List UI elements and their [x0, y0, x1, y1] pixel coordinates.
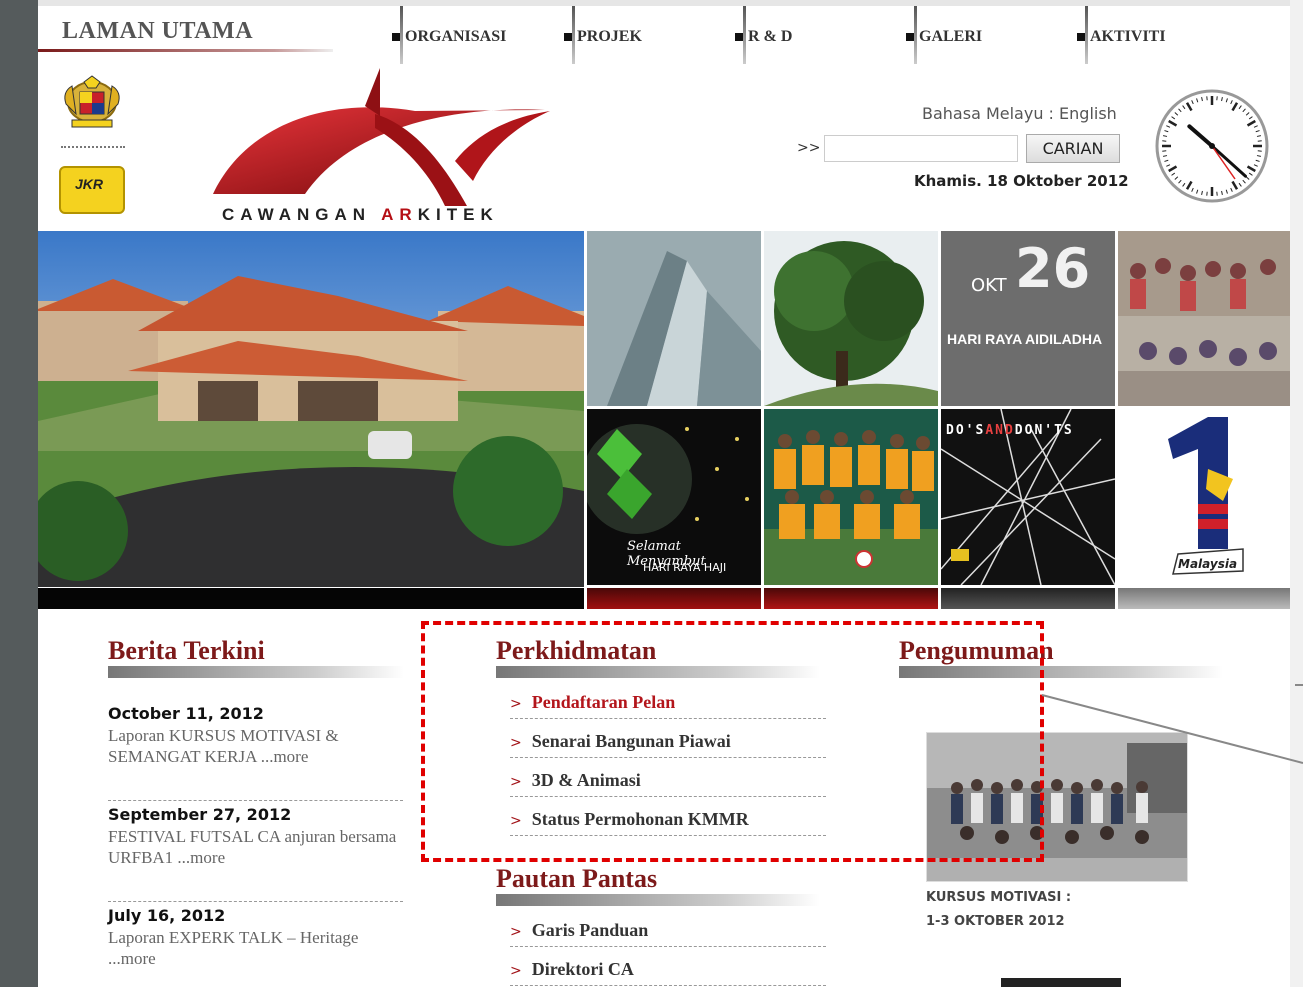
- dotted-divider: [61, 146, 125, 148]
- logo-text-part: KITEK: [417, 205, 499, 224]
- nav-label: PROJEK: [577, 28, 642, 45]
- tile-group-photo[interactable]: [1118, 231, 1290, 406]
- chevron-right-icon: >: [510, 924, 522, 940]
- tile-dos-donts[interactable]: DO'SANDDON'TS: [941, 409, 1115, 585]
- ticker-bar: [1001, 978, 1121, 987]
- bullet-icon: [564, 33, 572, 42]
- nav-label: GALERI: [919, 28, 983, 45]
- tile-group-photo-graphic: [1118, 231, 1290, 406]
- hero-building-illustration: [38, 231, 584, 587]
- news-date: October 11, 2012: [108, 704, 264, 723]
- bullet-icon: [392, 33, 400, 42]
- top-frame: [0, 0, 1303, 6]
- right-frame: [1290, 0, 1303, 987]
- jkr-logo-text: JKR: [75, 176, 104, 192]
- search-button[interactable]: CARIAN: [1026, 134, 1120, 163]
- tile-malaysia-label: Malaysia: [1178, 557, 1238, 571]
- tile-tree-graphic: [764, 231, 938, 406]
- tile-salam-title: HARI RAYA HAJI: [643, 561, 727, 574]
- nav-organisasi[interactable]: ORGANISASI: [390, 6, 506, 66]
- hero-banner-image[interactable]: [38, 231, 584, 587]
- jkr-logo[interactable]: JKR: [59, 166, 125, 214]
- pautan-title-bar: [496, 894, 820, 906]
- quicklink-label: Garis Panduan: [531, 920, 649, 940]
- news-link[interactable]: Laporan EXPERK TALK – Heritage ...more: [108, 927, 398, 969]
- news-date: July 16, 2012: [108, 906, 226, 925]
- tile-okt-label: OKT: [971, 275, 1007, 296]
- announcement-caption-title[interactable]: KURSUS MOTIVASI :: [926, 890, 1071, 905]
- bullet-icon: [906, 33, 914, 42]
- tile-raya-label: HARI RAYA AIDILADHA: [947, 331, 1103, 347]
- search-input[interactable]: [824, 135, 1018, 162]
- lang-bm-link[interactable]: Bahasa Melayu: [922, 104, 1043, 123]
- pautan-title: Pautan Pantas: [496, 864, 658, 893]
- berita-title-bar: [108, 666, 404, 678]
- tile-day-number: 26: [1015, 237, 1091, 300]
- nav-aktiviti[interactable]: AKTIVITI: [1075, 6, 1166, 66]
- chevron-right-icon: >: [510, 963, 522, 979]
- tile-strip: [587, 588, 761, 609]
- news-link[interactable]: Laporan KURSUS MOTIVASI & SEMANGAT KERJA…: [108, 725, 398, 767]
- news-date: September 27, 2012: [108, 805, 292, 824]
- nav-rnd[interactable]: R & D: [733, 6, 792, 66]
- bullet-icon: [1077, 33, 1085, 42]
- berita-title: Berita Terkini: [108, 636, 265, 665]
- logo-text-part: CAWANGAN: [222, 205, 382, 224]
- highlight-dashed-box: [421, 621, 1044, 862]
- callout-pointer: [1041, 684, 1303, 764]
- home-underline: [38, 49, 333, 52]
- logo-text-highlight: AR: [381, 205, 418, 224]
- news-separator: [108, 901, 403, 902]
- logo-text: CAWANGAN ARKITEK: [222, 205, 499, 225]
- tile-architecture[interactable]: [587, 231, 761, 406]
- news-link[interactable]: FESTIVAL FUTSAL CA anjuran bersama URFBA…: [108, 826, 398, 868]
- nav-label: ORGANISASI: [405, 28, 507, 45]
- banner-strip: [38, 588, 584, 609]
- tile-architecture-graphic: [587, 231, 761, 406]
- bullet-icon: [735, 33, 743, 42]
- current-date: Khamis. 18 Oktober 2012: [914, 172, 1129, 190]
- announcement-caption-date: 1-3 OKTOBER 2012: [926, 914, 1065, 929]
- nav-label: R & D: [748, 28, 793, 45]
- tile-strip: [764, 588, 938, 609]
- analog-clock-icon: [1155, 89, 1269, 203]
- lang-separator: :: [1043, 104, 1060, 123]
- malaysia-crest-icon: [64, 75, 120, 128]
- search-arrow: >>: [797, 140, 821, 156]
- tile-raya-haji-date[interactable]: OKT 26 HARI RAYA AIDILADHA: [941, 231, 1115, 406]
- left-frame: [0, 0, 38, 987]
- nav-galeri[interactable]: GALERI: [904, 6, 982, 66]
- tile-1malaysia[interactable]: Malaysia: [1118, 409, 1290, 585]
- tile-futsal-team[interactable]: [764, 409, 938, 585]
- news-separator: [108, 800, 403, 801]
- tile-tree[interactable]: [764, 231, 938, 406]
- tile-dos-label: DO'SANDDON'TS: [946, 423, 1074, 438]
- nav-projek[interactable]: PROJEK: [562, 6, 642, 66]
- quicklink-direktori[interactable]: > Direktori CA: [510, 959, 826, 986]
- tile-futsal-graphic: [764, 409, 938, 585]
- tile-salam-raya[interactable]: Selamat Menyambut HARI RAYA HAJI: [587, 409, 761, 585]
- quicklink-label: Direktori CA: [531, 959, 634, 979]
- nav-label: AKTIVITI: [1090, 28, 1166, 45]
- home-link[interactable]: LAMAN UTAMA: [62, 18, 253, 45]
- tile-strip: [941, 588, 1115, 609]
- language-switch: Bahasa Melayu : English: [922, 104, 1117, 123]
- quicklink-garis-panduan[interactable]: > Garis Panduan: [510, 920, 826, 947]
- lang-en-link[interactable]: English: [1059, 104, 1117, 123]
- tile-strip: [1118, 588, 1290, 609]
